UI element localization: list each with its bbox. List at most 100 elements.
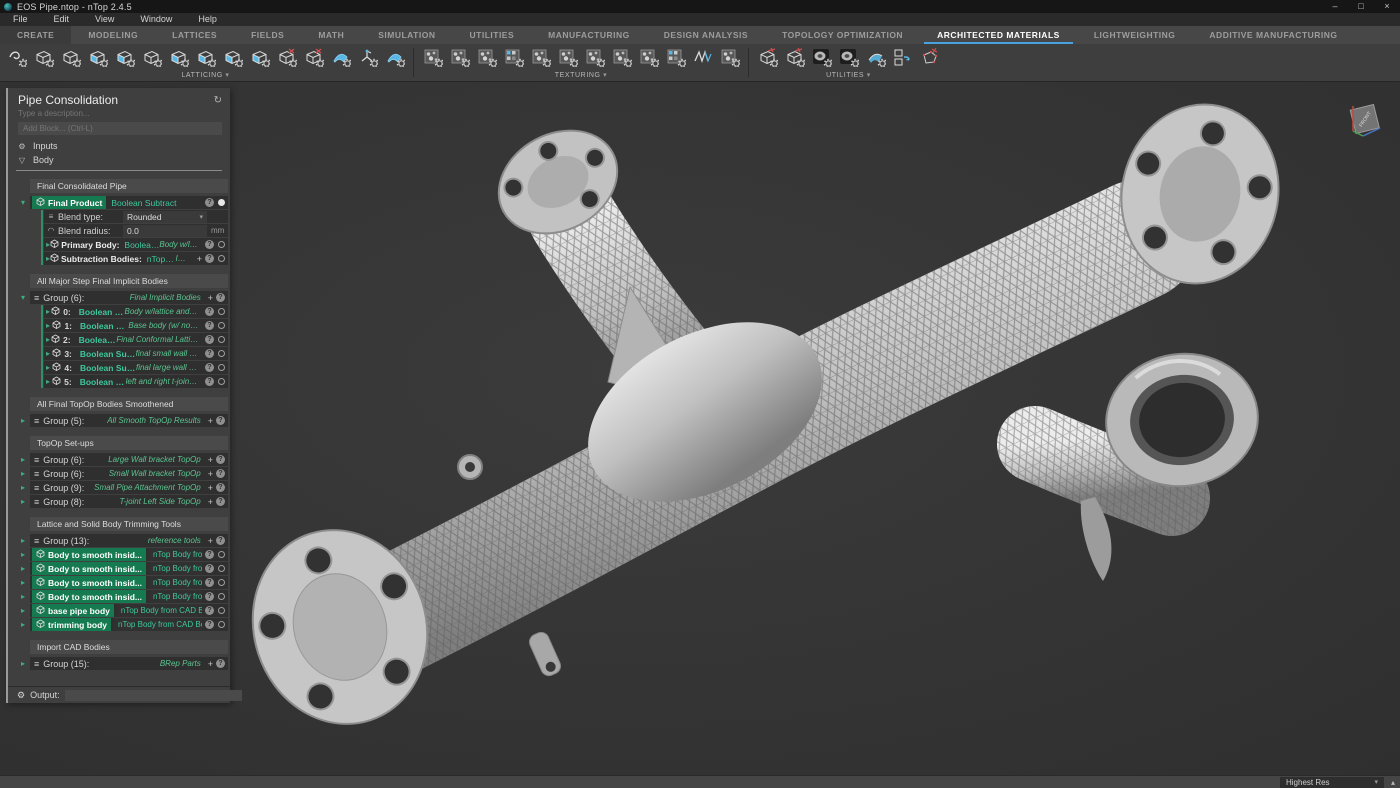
tab-create[interactable]: CREATE — [0, 26, 71, 44]
property-input[interactable]: 0.0 — [123, 225, 207, 237]
voronoi-texture-icon[interactable] — [446, 44, 473, 71]
expand-arrow-icon[interactable]: ▾ — [18, 293, 28, 302]
collapse-panel-button[interactable]: ▴ — [1391, 777, 1395, 788]
add-item-icon[interactable]: + — [197, 254, 202, 264]
tab-manufacturing[interactable]: MANUFACTURING — [531, 26, 647, 44]
block-row[interactable]: ▸Body to smooth insid...nTop Body from C… — [30, 590, 228, 603]
collapse-arrow-icon[interactable]: ▸ — [18, 536, 28, 545]
help-icon[interactable]: ? — [205, 377, 214, 386]
list-item-row[interactable]: ▸4:Boolean Subtractfinal large wall brac… — [44, 361, 228, 374]
group-row[interactable]: ▸≡Group (15):BRep Parts+? — [30, 657, 228, 670]
list-item-row[interactable]: ▸3:Boolean Subtractfinal small wall brac… — [44, 347, 228, 360]
visibility-toggle[interactable] — [218, 593, 225, 600]
property-dropdown[interactable]: Rounded▾ — [123, 211, 207, 223]
visibility-toggle[interactable] — [218, 241, 225, 248]
surface-lattice-2-icon[interactable] — [381, 44, 408, 71]
add-item-icon[interactable]: + — [208, 469, 213, 479]
list-item-row[interactable]: ▸2:Boolean UnionFinal Conformal Lattice … — [44, 333, 228, 346]
help-icon[interactable]: ? — [205, 578, 214, 587]
add-item-icon[interactable]: + — [208, 293, 213, 303]
visibility-toggle[interactable] — [218, 336, 225, 343]
block-name-chip[interactable]: Final Product — [32, 196, 106, 209]
help-icon[interactable]: ? — [205, 321, 214, 330]
tab-architected-materials[interactable]: ARCHITECTED MATERIALS — [920, 26, 1077, 44]
cube-trim-lattice-icon[interactable] — [273, 44, 300, 71]
cube-lattice-icon[interactable] — [30, 44, 57, 71]
cube-fill-lattice-icon[interactable] — [165, 44, 192, 71]
resolution-dropdown[interactable]: Highest Res ▾ — [1280, 777, 1384, 788]
help-icon[interactable]: ? — [205, 564, 214, 573]
help-icon[interactable]: ? — [216, 469, 225, 478]
tab-design-analysis[interactable]: DESIGN ANALYSIS — [647, 26, 765, 44]
surface-lattice-icon[interactable] — [327, 44, 354, 71]
visibility-toggle[interactable] — [218, 308, 225, 315]
menu-view[interactable]: View — [82, 13, 127, 26]
tab-math[interactable]: MATH — [301, 26, 361, 44]
surface-patch-icon[interactable] — [862, 44, 889, 71]
collapse-arrow-icon[interactable]: ▸ — [18, 592, 28, 601]
visibility-toggle[interactable] — [218, 364, 225, 371]
visibility-toggle[interactable] — [218, 551, 225, 558]
output-row[interactable]: ⚙ Output: — [8, 686, 230, 703]
collapse-arrow-icon[interactable]: ▸ — [18, 416, 28, 425]
tab-lightweighting[interactable]: LIGHTWEIGHTING — [1077, 26, 1193, 44]
description-input[interactable] — [18, 109, 222, 118]
visibility-toggle[interactable] — [218, 579, 225, 586]
grain-texture-icon[interactable] — [635, 44, 662, 71]
menu-edit[interactable]: Edit — [41, 13, 83, 26]
help-icon[interactable]: ? — [205, 254, 214, 263]
visibility-toggle[interactable] — [218, 350, 225, 357]
add-item-icon[interactable]: + — [208, 659, 213, 669]
help-icon[interactable]: ? — [216, 455, 225, 464]
help-icon[interactable]: ? — [216, 293, 225, 302]
help-icon[interactable]: ? — [205, 349, 214, 358]
maximize-button[interactable]: □ — [1348, 0, 1374, 13]
visibility-toggle[interactable] — [218, 255, 225, 262]
cylinder-map-icon[interactable] — [808, 44, 835, 71]
tab-utilities[interactable]: UTILITIES — [453, 26, 532, 44]
group-row[interactable]: ▸≡Group (6):Large Wall bracket TopOp+? — [30, 453, 228, 466]
block-row[interactable]: ▸Body to smooth insid...nTop Body from C… — [30, 548, 228, 561]
block-name-chip[interactable]: Body to smooth insid... — [32, 562, 146, 575]
help-icon[interactable]: ? — [205, 620, 214, 629]
collapse-arrow-icon[interactable]: ▸ — [18, 659, 28, 668]
menu-help[interactable]: Help — [185, 13, 230, 26]
collapse-arrow-icon[interactable]: ▸ — [18, 606, 28, 615]
help-icon[interactable]: ? — [216, 659, 225, 668]
pattern-texture-icon[interactable] — [716, 44, 743, 71]
list-item-row[interactable]: ▸5:Boolean Unionleft and right t-joint T… — [44, 375, 228, 388]
slab-lattice-icon[interactable] — [219, 44, 246, 71]
help-icon[interactable]: ? — [205, 307, 214, 316]
pixel-texture-icon[interactable] — [500, 44, 527, 71]
tet-lattice-icon[interactable] — [84, 44, 111, 71]
help-icon[interactable]: ? — [205, 335, 214, 344]
blob-texture-icon[interactable] — [554, 44, 581, 71]
visibility-toggle[interactable] — [218, 607, 225, 614]
menu-window[interactable]: Window — [127, 13, 185, 26]
cube-fill-lattice-2-icon[interactable] — [192, 44, 219, 71]
tab-topology-optimization[interactable]: TOPOLOGY OPTIMIZATION — [765, 26, 920, 44]
collapse-arrow-icon[interactable]: ▸ — [18, 483, 28, 492]
collapse-arrow-icon[interactable]: ▸ — [18, 564, 28, 573]
input-row[interactable]: ▸Primary Body:Boolean SubtractBody w/lat… — [44, 238, 228, 251]
minimize-button[interactable]: – — [1322, 0, 1348, 13]
list-item-row[interactable]: ▸0:Boolean SubtractBody w/lattice and di… — [44, 305, 228, 318]
add-item-icon[interactable]: + — [208, 497, 213, 507]
add-item-icon[interactable]: + — [208, 455, 213, 465]
camo-texture-icon[interactable] — [473, 44, 500, 71]
menu-file[interactable]: File — [0, 13, 41, 26]
chevron-down-icon[interactable]: ▾ — [603, 72, 607, 79]
collapse-arrow-icon[interactable]: ▸ — [18, 497, 28, 506]
help-icon[interactable]: ? — [205, 198, 214, 207]
noise-texture-icon[interactable] — [419, 44, 446, 71]
collapse-arrow-icon[interactable]: ▸ — [18, 550, 28, 559]
point-trim-icon[interactable] — [916, 44, 943, 71]
add-item-icon[interactable]: + — [208, 416, 213, 426]
add-block-input[interactable] — [18, 122, 222, 135]
chevron-down-icon[interactable]: ▾ — [867, 72, 871, 79]
group-row[interactable]: ▸≡Group (6):Small Wall bracket TopOp+? — [30, 467, 228, 480]
collapse-arrow-icon[interactable]: ▸ — [18, 620, 28, 629]
visibility-toggle[interactable] — [218, 621, 225, 628]
group-row[interactable]: ▸≡Group (5):All Smooth TopOp Results+? — [30, 414, 228, 427]
block-name-chip[interactable]: trimming body — [32, 618, 111, 631]
